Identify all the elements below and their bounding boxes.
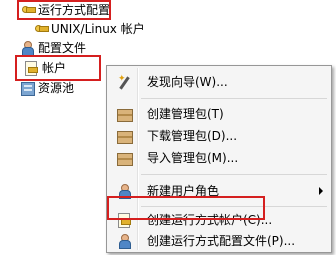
download-pack-icon	[117, 129, 133, 145]
highlight-box-accounts	[15, 55, 101, 81]
server-pool-icon	[20, 81, 35, 96]
tree-item-label: 资源池	[38, 81, 75, 95]
discovery-wand-icon: ✦	[117, 75, 133, 91]
management-pack-icon	[117, 107, 133, 123]
menu-item-create-runas-profile[interactable]: 创建运行方式配置文件(P)...	[109, 230, 329, 252]
menu-item-create-management-pack[interactable]: 创建管理包(T)	[109, 103, 329, 125]
highlight-box-create-runas-account	[107, 196, 265, 220]
user-profile-icon	[20, 41, 34, 56]
menu-item-discovery-wizard[interactable]: ✦ 发现向导(W)...	[109, 71, 329, 93]
menu-item-label: 创建管理包(T)	[147, 107, 224, 121]
import-pack-icon	[117, 151, 133, 167]
context-menu: ✦ 发现向导(W)... 创建管理包(T) 下载管理包(D)... 导入管理包(…	[106, 65, 332, 253]
submenu-arrow-icon	[319, 187, 323, 195]
menu-item-label: 导入管理包(M)...	[147, 151, 239, 165]
tree-item-label: UNIX/Linux 帐户	[51, 22, 145, 36]
menu-item-label: 下载管理包(D)...	[147, 129, 238, 143]
menu-separator	[141, 98, 327, 99]
runas-profile-icon	[117, 234, 133, 250]
menu-item-label: 创建运行方式配置文件(P)...	[147, 234, 296, 248]
tree-item-unix-linux-accounts[interactable]: UNIX/Linux 帐户	[33, 20, 145, 38]
tree-item-resource-pools[interactable]: 资源池	[20, 79, 74, 97]
menu-item-label: 发现向导(W)...	[147, 75, 228, 89]
menu-item-download-management-pack[interactable]: 下载管理包(D)...	[109, 125, 329, 147]
highlight-box-runas-config	[17, 0, 111, 20]
screenshot-stage: 运行方式配置 UNIX/Linux 帐户 配置文件 帐户 资源池 ✦ 发现向导(…	[0, 0, 336, 255]
menu-separator	[141, 174, 327, 175]
key-account-icon	[33, 22, 49, 36]
menu-item-import-management-pack[interactable]: 导入管理包(M)...	[109, 147, 329, 169]
